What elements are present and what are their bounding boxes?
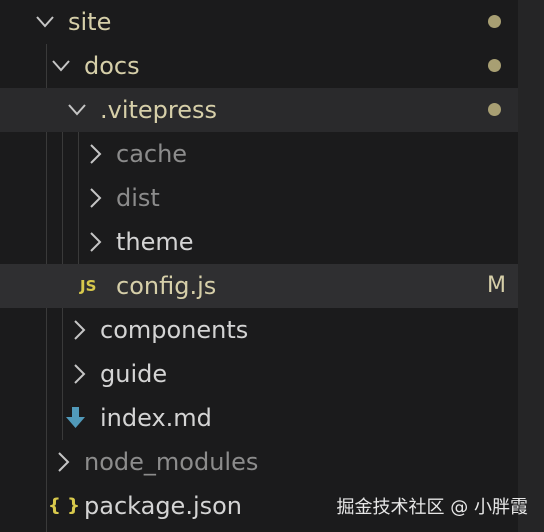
- chevron-down-icon: [34, 0, 56, 44]
- markdown-file-icon: [64, 396, 86, 440]
- tree-item-node-modules[interactable]: node_modules: [0, 440, 518, 484]
- tree-item-label: guide: [100, 360, 168, 388]
- tree-item-label: config.js: [116, 272, 217, 300]
- modified-dot-indicator: [488, 15, 501, 28]
- tree-item-label: .vitepress: [100, 96, 218, 124]
- json-file-icon: { }: [48, 495, 80, 516]
- tree-item-label: components: [100, 316, 249, 344]
- chevron-right-icon: [68, 308, 90, 352]
- chevron-right-icon: [68, 352, 90, 396]
- chevron-right-icon: [84, 220, 106, 264]
- tree-item-dist[interactable]: dist: [0, 176, 518, 220]
- tree-item-guide[interactable]: guide: [0, 352, 518, 396]
- chevron-right-icon: [52, 440, 74, 484]
- tree-item-label: node_modules: [84, 448, 259, 476]
- chevron-right-icon: [84, 176, 106, 220]
- chevron-right-icon: [84, 132, 106, 176]
- tree-item-label: index.md: [100, 404, 212, 432]
- tree-item-site[interactable]: site: [0, 0, 518, 44]
- tree-item-label: docs: [84, 52, 140, 80]
- tree-item-config-js[interactable]: JS config.js M: [0, 264, 518, 308]
- tree-item-index-md[interactable]: index.md: [0, 396, 518, 440]
- tree-item-label: theme: [116, 228, 194, 256]
- tree-item-theme[interactable]: theme: [0, 220, 518, 264]
- tree-item-label: site: [68, 8, 112, 36]
- modified-dot-indicator: [488, 103, 501, 116]
- tree-item-docs[interactable]: docs: [0, 44, 518, 88]
- tree-item-label: cache: [116, 140, 188, 168]
- tree-item-label: package.json: [84, 492, 243, 520]
- tree-item-components[interactable]: components: [0, 308, 518, 352]
- javascript-file-icon: JS: [80, 277, 97, 295]
- tree-item-vitepress[interactable]: .vitepress: [0, 88, 518, 132]
- file-explorer-tree: site docs .vitepress cache dist theme JS…: [0, 0, 544, 532]
- tree-item-cache[interactable]: cache: [0, 132, 518, 176]
- chevron-down-icon: [50, 44, 72, 88]
- watermark-text: 掘金技术社区 @ 小胖霞: [336, 497, 528, 518]
- chevron-down-icon: [66, 88, 88, 132]
- tree-item-label: dist: [116, 184, 160, 212]
- modified-dot-indicator: [488, 59, 501, 72]
- modified-badge: M: [487, 273, 506, 298]
- scrollbar-track[interactable]: [518, 0, 544, 532]
